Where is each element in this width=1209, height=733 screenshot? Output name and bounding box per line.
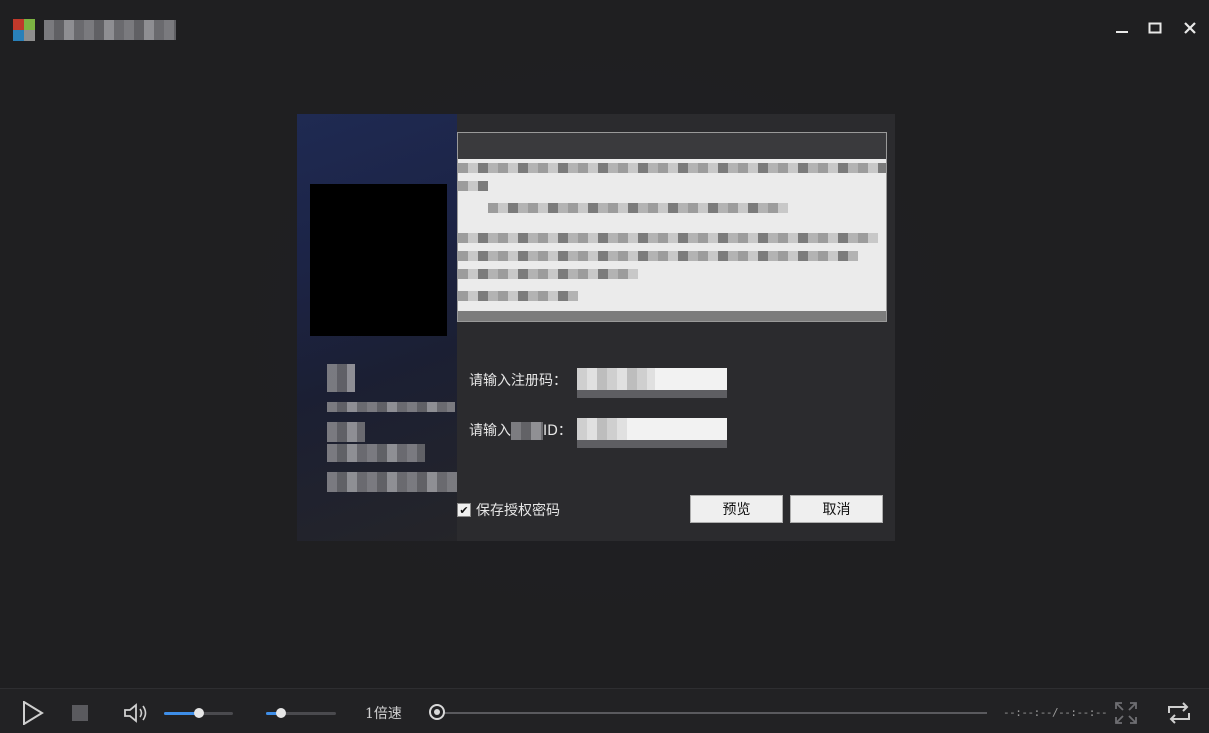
registration-code-value-redacted (577, 368, 655, 390)
playback-speed-label[interactable]: 1倍速 (365, 703, 402, 723)
redacted-line (458, 233, 878, 243)
redacted-text (327, 472, 457, 492)
registration-code-label: 请输入注册码： (469, 373, 567, 389)
stop-icon (72, 705, 88, 721)
id-value-redacted (577, 418, 627, 440)
maximize-icon (1148, 22, 1162, 34)
volume-slider-knob[interactable] (194, 708, 204, 718)
id-label-suffix: ID： (543, 423, 572, 439)
volume-button[interactable] (123, 702, 151, 724)
secondary-slider-knob[interactable] (276, 708, 286, 718)
info-panel-footer (458, 311, 886, 321)
id-label: 请输入 ID： (469, 420, 572, 440)
redacted-text (327, 364, 355, 392)
redacted-text (327, 402, 455, 412)
redacted-line (458, 163, 886, 173)
save-password-checkbox[interactable]: ✔ 保存授权密码 (457, 500, 560, 520)
maximize-button[interactable] (1142, 15, 1168, 41)
redacted-line (458, 251, 858, 261)
video-player-window: 请输入注册码： 请输入 ID： ✔ 保存授权密码 预览 取消 1倍速 --:--… (0, 0, 1209, 733)
fullscreen-icon (1115, 702, 1137, 724)
speaker-icon (124, 703, 147, 723)
app-logo-icon (13, 19, 35, 41)
volume-slider[interactable] (164, 708, 233, 718)
info-panel-redacted (457, 132, 887, 322)
repeat-icon (1168, 702, 1190, 724)
id-label-prefix: 请输入 (469, 423, 511, 439)
device-thumbnail (310, 184, 447, 336)
play-icon (23, 701, 44, 725)
input-shadow (577, 440, 727, 448)
minimize-button[interactable] (1109, 15, 1135, 41)
fullscreen-button[interactable] (1112, 699, 1140, 727)
app-title-redacted (44, 20, 176, 40)
dialog-side-panel (297, 114, 457, 541)
redacted-text (327, 444, 425, 462)
volume-slider-fill (164, 712, 198, 715)
play-button[interactable] (20, 700, 46, 726)
redacted-line (488, 203, 788, 213)
cancel-button[interactable]: 取消 (790, 495, 883, 523)
stop-button[interactable] (70, 703, 90, 723)
time-display: --:--:--/--:--:-- (1003, 706, 1108, 719)
redacted-line (458, 269, 638, 279)
checkbox-checked-icon[interactable]: ✔ (457, 503, 471, 517)
close-button[interactable] (1177, 15, 1203, 41)
input-shadow (577, 390, 727, 398)
secondary-slider[interactable] (266, 708, 336, 718)
title-bar (0, 0, 1209, 56)
redacted-text (327, 422, 365, 442)
save-password-label: 保存授权密码 (476, 503, 560, 519)
authorization-dialog: 请输入注册码： 请输入 ID： ✔ 保存授权密码 预览 取消 (297, 114, 895, 541)
repeat-button[interactable] (1164, 699, 1194, 727)
progress-knob[interactable] (429, 704, 445, 720)
info-panel-header (458, 133, 886, 159)
redacted-line (458, 291, 578, 301)
close-icon (1184, 22, 1196, 34)
player-control-bar: 1倍速 --:--:--/--:--:-- (0, 688, 1209, 733)
progress-track[interactable] (439, 712, 987, 714)
preview-button[interactable]: 预览 (690, 495, 783, 523)
id-label-redacted (511, 422, 543, 440)
redacted-line (458, 181, 488, 191)
minimize-icon (1116, 31, 1128, 33)
